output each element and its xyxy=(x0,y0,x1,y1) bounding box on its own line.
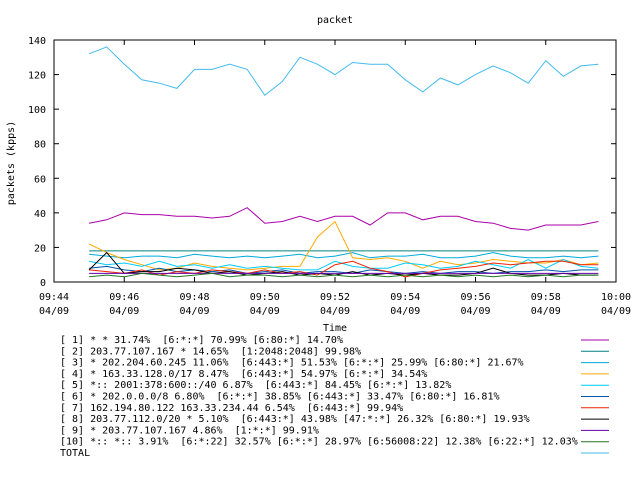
x-tick-date: 04/09 xyxy=(460,306,490,317)
legend-entry: [ 2] 203.77.107.167 * 14.65% [1:2048:204… xyxy=(60,346,361,357)
legend-entry: [ 6] * 202.0.0.0/8 6.80% [6:*:*] 38.85% … xyxy=(60,392,500,403)
x-tick-time: 09:58 xyxy=(531,292,561,303)
x-tick-time: 09:46 xyxy=(109,292,139,303)
x-tick-time: 09:44 xyxy=(39,292,69,303)
y-tick-label: 100 xyxy=(28,105,46,116)
x-tick-time: 09:48 xyxy=(179,292,209,303)
y-tick-label: 20 xyxy=(34,243,46,254)
x-tick-date: 04/09 xyxy=(250,306,280,317)
y-tick-label: 40 xyxy=(34,209,46,220)
legend-entry: TOTAL xyxy=(60,448,90,459)
x-tick-time: 09:52 xyxy=(320,292,350,303)
y-tick-label: 120 xyxy=(28,71,46,82)
y-tick-label: 0 xyxy=(40,278,46,289)
x-tick-time: 09:54 xyxy=(390,292,420,303)
x-tick-date: 04/09 xyxy=(390,306,420,317)
x-axis-label: Time xyxy=(323,323,347,334)
chart-title: packet xyxy=(317,15,353,26)
legend-entry: [ 7] 162.194.80.122 163.33.234.44 6.54% … xyxy=(60,403,403,414)
y-tick-label: 140 xyxy=(28,36,46,47)
legend-entry: [ 1] * * 31.74% [6:*:*] 70.99% [6:80:*] … xyxy=(60,335,343,346)
legend-entry: [ 3] * 202.204.60.245 11.06% [6:443:*] 5… xyxy=(60,358,524,369)
series-line xyxy=(89,258,599,271)
x-tick-time: 09:56 xyxy=(460,292,490,303)
y-tick-label: 60 xyxy=(34,174,46,185)
x-tick-date: 04/09 xyxy=(531,306,561,317)
legend-entry: [ 9] * 203.77.107.167 4.86% [1:*:*] 99.9… xyxy=(60,425,319,436)
x-tick-date: 04/09 xyxy=(320,306,350,317)
y-axis-label: packets (kpps) xyxy=(6,121,17,205)
x-tick-time: 10:00 xyxy=(601,292,631,303)
x-tick-date: 04/09 xyxy=(179,306,209,317)
legend-entry: [ 8] 203.77.112.0/20 * 5.10% [6:443:*] 4… xyxy=(60,414,530,425)
x-tick-date: 04/09 xyxy=(601,306,631,317)
y-tick-label: 80 xyxy=(34,140,46,151)
series-lines xyxy=(88,46,599,278)
packet-chart: packet packets (kpps) Time 0 20 40 60 80 100 1… xyxy=(6,15,631,459)
series-line xyxy=(89,252,599,259)
x-tick-date: 04/09 xyxy=(39,306,69,317)
series-line xyxy=(88,46,599,97)
legend-entry: [ 5] *:: 2001:378:600::/40 6.87% [6:443:… xyxy=(60,380,451,391)
series-line xyxy=(89,207,599,231)
legend-entry: [ 4] * 163.33.128.0/17 8.47% [6:443:*] 5… xyxy=(60,369,427,380)
x-tick-date: 04/09 xyxy=(109,306,139,317)
series-line xyxy=(89,265,599,274)
legend: [ 1] * * 31.74% [6:*:*] 70.99% [6:80:*] … xyxy=(60,335,609,459)
legend-entry: [10] *:: *:: 3.91% [6:*:22] 32.57% [6:*:… xyxy=(60,437,578,448)
x-tick-time: 09:50 xyxy=(250,292,280,303)
